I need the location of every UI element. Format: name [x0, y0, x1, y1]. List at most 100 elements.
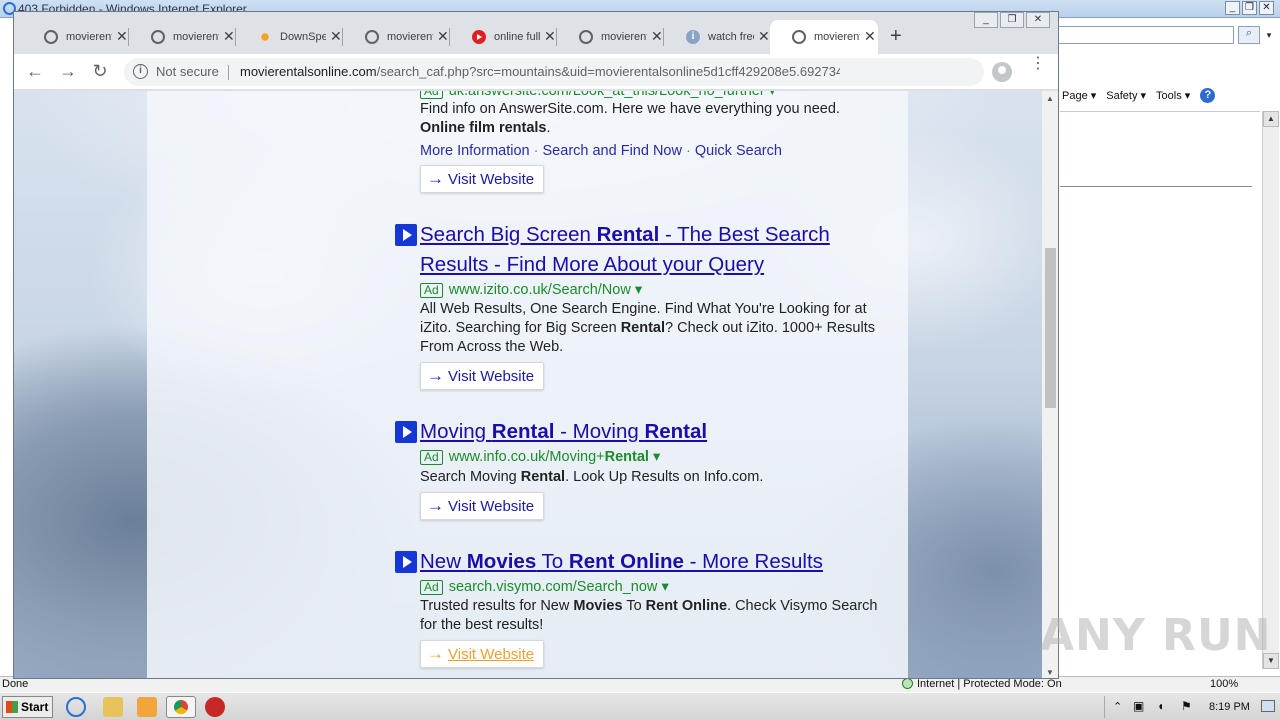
site-info-icon[interactable]: i — [133, 64, 148, 79]
tab-movierentals-4[interactable]: movierentalsonline ✕ — [557, 20, 664, 54]
ad-badge: Ad — [420, 580, 443, 595]
tab-label: movierentalsonline — [66, 31, 112, 43]
ie-minimize-button[interactable]: _ — [1225, 1, 1240, 15]
tab-close-icon[interactable]: ✕ — [116, 28, 128, 45]
arrow-right-icon: → — [427, 366, 444, 385]
ad-url[interactable]: www.info.co.uk/Moving+Rental — [449, 449, 649, 465]
scrollbar-thumb[interactable] — [1045, 248, 1056, 408]
arrow-right-icon: → — [427, 644, 444, 663]
ie-taskbar-icon[interactable] — [66, 697, 86, 717]
ie-zoom-level[interactable]: 100% — [1210, 678, 1238, 690]
sitelink-search-and-find[interactable]: Search and Find Now — [543, 143, 682, 159]
page-viewport: Ad uk.answersite.com/Look_at_this/Look_no… — [14, 91, 1042, 678]
arrow-right-icon: → — [427, 496, 444, 515]
chrome-icon — [174, 700, 188, 714]
chrome-restore-button[interactable]: ❐ — [1000, 12, 1024, 28]
url-text[interactable]: movierentalsonline.com/search_caf.php?sr… — [240, 64, 840, 79]
network-icon[interactable]: ▣ — [1133, 699, 1144, 713]
globe-icon — [151, 30, 165, 44]
tab-movierentals-1[interactable]: movierentalsonline ✕ — [22, 20, 129, 54]
tab-close-icon[interactable]: ✕ — [330, 28, 342, 45]
visit-website-button[interactable]: → Visit Website — [420, 640, 544, 668]
tab-label: movierentalsonline — [387, 31, 433, 43]
tab-close-icon[interactable]: ✕ — [758, 28, 770, 45]
volume-icon[interactable]: ◖ — [1157, 699, 1164, 713]
ie-maximize-button[interactable]: ❐ — [1242, 1, 1257, 15]
tab-close-icon[interactable]: ✕ — [651, 28, 663, 45]
ie-search-dropdown-icon[interactable]: ▾ — [1262, 26, 1276, 44]
chrome-menu-icon[interactable]: ⋮ — [1030, 56, 1046, 72]
globe-icon — [579, 30, 593, 44]
tab-movierentals-active[interactable]: movierentalsonline ✕ — [770, 20, 878, 54]
chrome-minimize-button[interactable]: _ — [974, 12, 998, 28]
opera-taskbar-icon[interactable] — [205, 697, 225, 717]
ie-zone-indicator: Internet | Protected Mode: On — [902, 678, 1062, 690]
play-icon[interactable] — [395, 421, 417, 443]
scroll-up-icon[interactable]: ▲ — [1046, 94, 1054, 103]
ie-scrollbar[interactable]: ▲ ▼ — [1262, 111, 1279, 669]
ad-url-line: Ad www.info.co.uk/Moving+Rental ▾ — [420, 449, 660, 465]
tab-watch-free[interactable]: i watch free movies ✕ — [664, 20, 771, 54]
chrome-close-button[interactable]: ✕ — [1026, 12, 1050, 28]
visit-website-button[interactable]: → Visit Website — [420, 362, 544, 390]
system-tray: ⌃ ▣ ◖ ⚑ 8:19 PM — [1104, 696, 1278, 718]
ad-url[interactable]: search.visymo.com/Search_now — [449, 579, 658, 595]
tab-label: movierentalsonline — [601, 31, 647, 43]
profile-avatar-icon[interactable] — [992, 62, 1012, 82]
tab-online-full-movies[interactable]: online full movies ✕ — [450, 20, 557, 54]
tab-close-icon[interactable]: ✕ — [544, 28, 556, 45]
address-bar[interactable]: i Not secure movierentalsonline.com/sear… — [124, 58, 984, 86]
scroll-down-icon[interactable]: ▼ — [1046, 668, 1054, 677]
ie-tools-menu[interactable]: Tools ▾ — [1156, 89, 1190, 102]
tab-label: watch free movies — [708, 31, 754, 43]
new-tab-button[interactable]: + — [890, 25, 902, 48]
taskbar: Start ⌃ ▣ ◖ ⚑ 8:19 PM — [0, 692, 1280, 720]
tray-chevron-icon[interactable]: ⌃ — [1113, 700, 1122, 713]
globe-icon — [792, 30, 806, 44]
reload-icon[interactable]: ↻ — [89, 61, 111, 82]
tab-close-icon[interactable]: ✕ — [437, 28, 449, 45]
ad-badge: Ad — [420, 450, 443, 465]
explorer-taskbar-icon[interactable] — [103, 697, 123, 717]
tab-close-icon[interactable]: ✕ — [223, 28, 235, 45]
ie-page-menu[interactable]: Page ▾ — [1062, 89, 1096, 102]
tab-movierentals-3[interactable]: movierentalsonline ✕ — [343, 20, 450, 54]
play-icon[interactable] — [395, 224, 417, 246]
tab-movierentals-2[interactable]: movierentalsonline ✕ — [129, 20, 236, 54]
forward-arrow-icon[interactable]: → — [57, 61, 79, 82]
ad-title-new-movies[interactable]: New Movies To Rent Online - More Results — [420, 547, 880, 577]
ad-url[interactable]: uk.answersite.com/Look_at_this/Look_no_f… — [449, 91, 765, 99]
visit-website-button[interactable]: → Visit Website — [420, 492, 544, 520]
media-player-taskbar-icon[interactable] — [137, 697, 157, 717]
play-icon[interactable] — [395, 551, 417, 573]
ad-description: Trusted results for New Movies To Rent O… — [420, 598, 878, 633]
back-arrow-icon[interactable]: ← — [24, 61, 46, 82]
flag-icon[interactable]: ⚑ — [1181, 699, 1192, 713]
ad-badge: Ad — [420, 91, 443, 99]
tab-close-icon[interactable]: ✕ — [864, 28, 876, 45]
show-desktop-icon[interactable] — [1261, 700, 1275, 712]
start-button[interactable]: Start — [2, 696, 53, 718]
ad-url[interactable]: www.izito.co.uk/Search/Now — [449, 282, 631, 298]
ie-search-box[interactable] — [1058, 26, 1234, 44]
clock[interactable]: 8:19 PM — [1209, 701, 1250, 713]
ad-title-big-screen-rental[interactable]: Search Big Screen Rental - The Best Sear… — [420, 220, 880, 280]
ad-title-moving-rental[interactable]: Moving Rental - Moving Rental — [420, 417, 880, 447]
ie-safety-menu[interactable]: Safety ▾ — [1106, 89, 1146, 102]
youtube-icon — [472, 30, 486, 44]
tab-downspeed[interactable]: DownSpeedTest ✕ — [236, 20, 343, 54]
ad-url-line: Ad www.izito.co.uk/Search/Now ▾ — [420, 282, 642, 298]
sitelink-more-information[interactable]: More Information — [420, 143, 530, 159]
visit-website-button[interactable]: → Visit Website — [420, 165, 544, 193]
ie-scroll-up-icon[interactable]: ▲ — [1263, 111, 1279, 127]
chrome-taskbar-button[interactable] — [166, 696, 196, 718]
chrome-toolbar: ← → ↻ i Not secure movierentalsonline.co… — [14, 54, 1058, 90]
ie-help-icon[interactable]: ? — [1200, 87, 1216, 103]
sitelink-quick-search[interactable]: Quick Search — [695, 143, 782, 159]
ie-close-button[interactable]: ✕ — [1259, 1, 1274, 15]
tab-label: online full movies — [494, 31, 540, 43]
page-scrollbar[interactable]: ▲ ▼ — [1042, 91, 1058, 678]
ad-description: Search Moving Rental. Look Up Results on… — [420, 469, 764, 485]
ie-command-bar: Page ▾ Safety ▾ Tools ▾ ? — [1058, 84, 1280, 106]
ie-search-icon[interactable]: ⌕ — [1238, 26, 1260, 44]
